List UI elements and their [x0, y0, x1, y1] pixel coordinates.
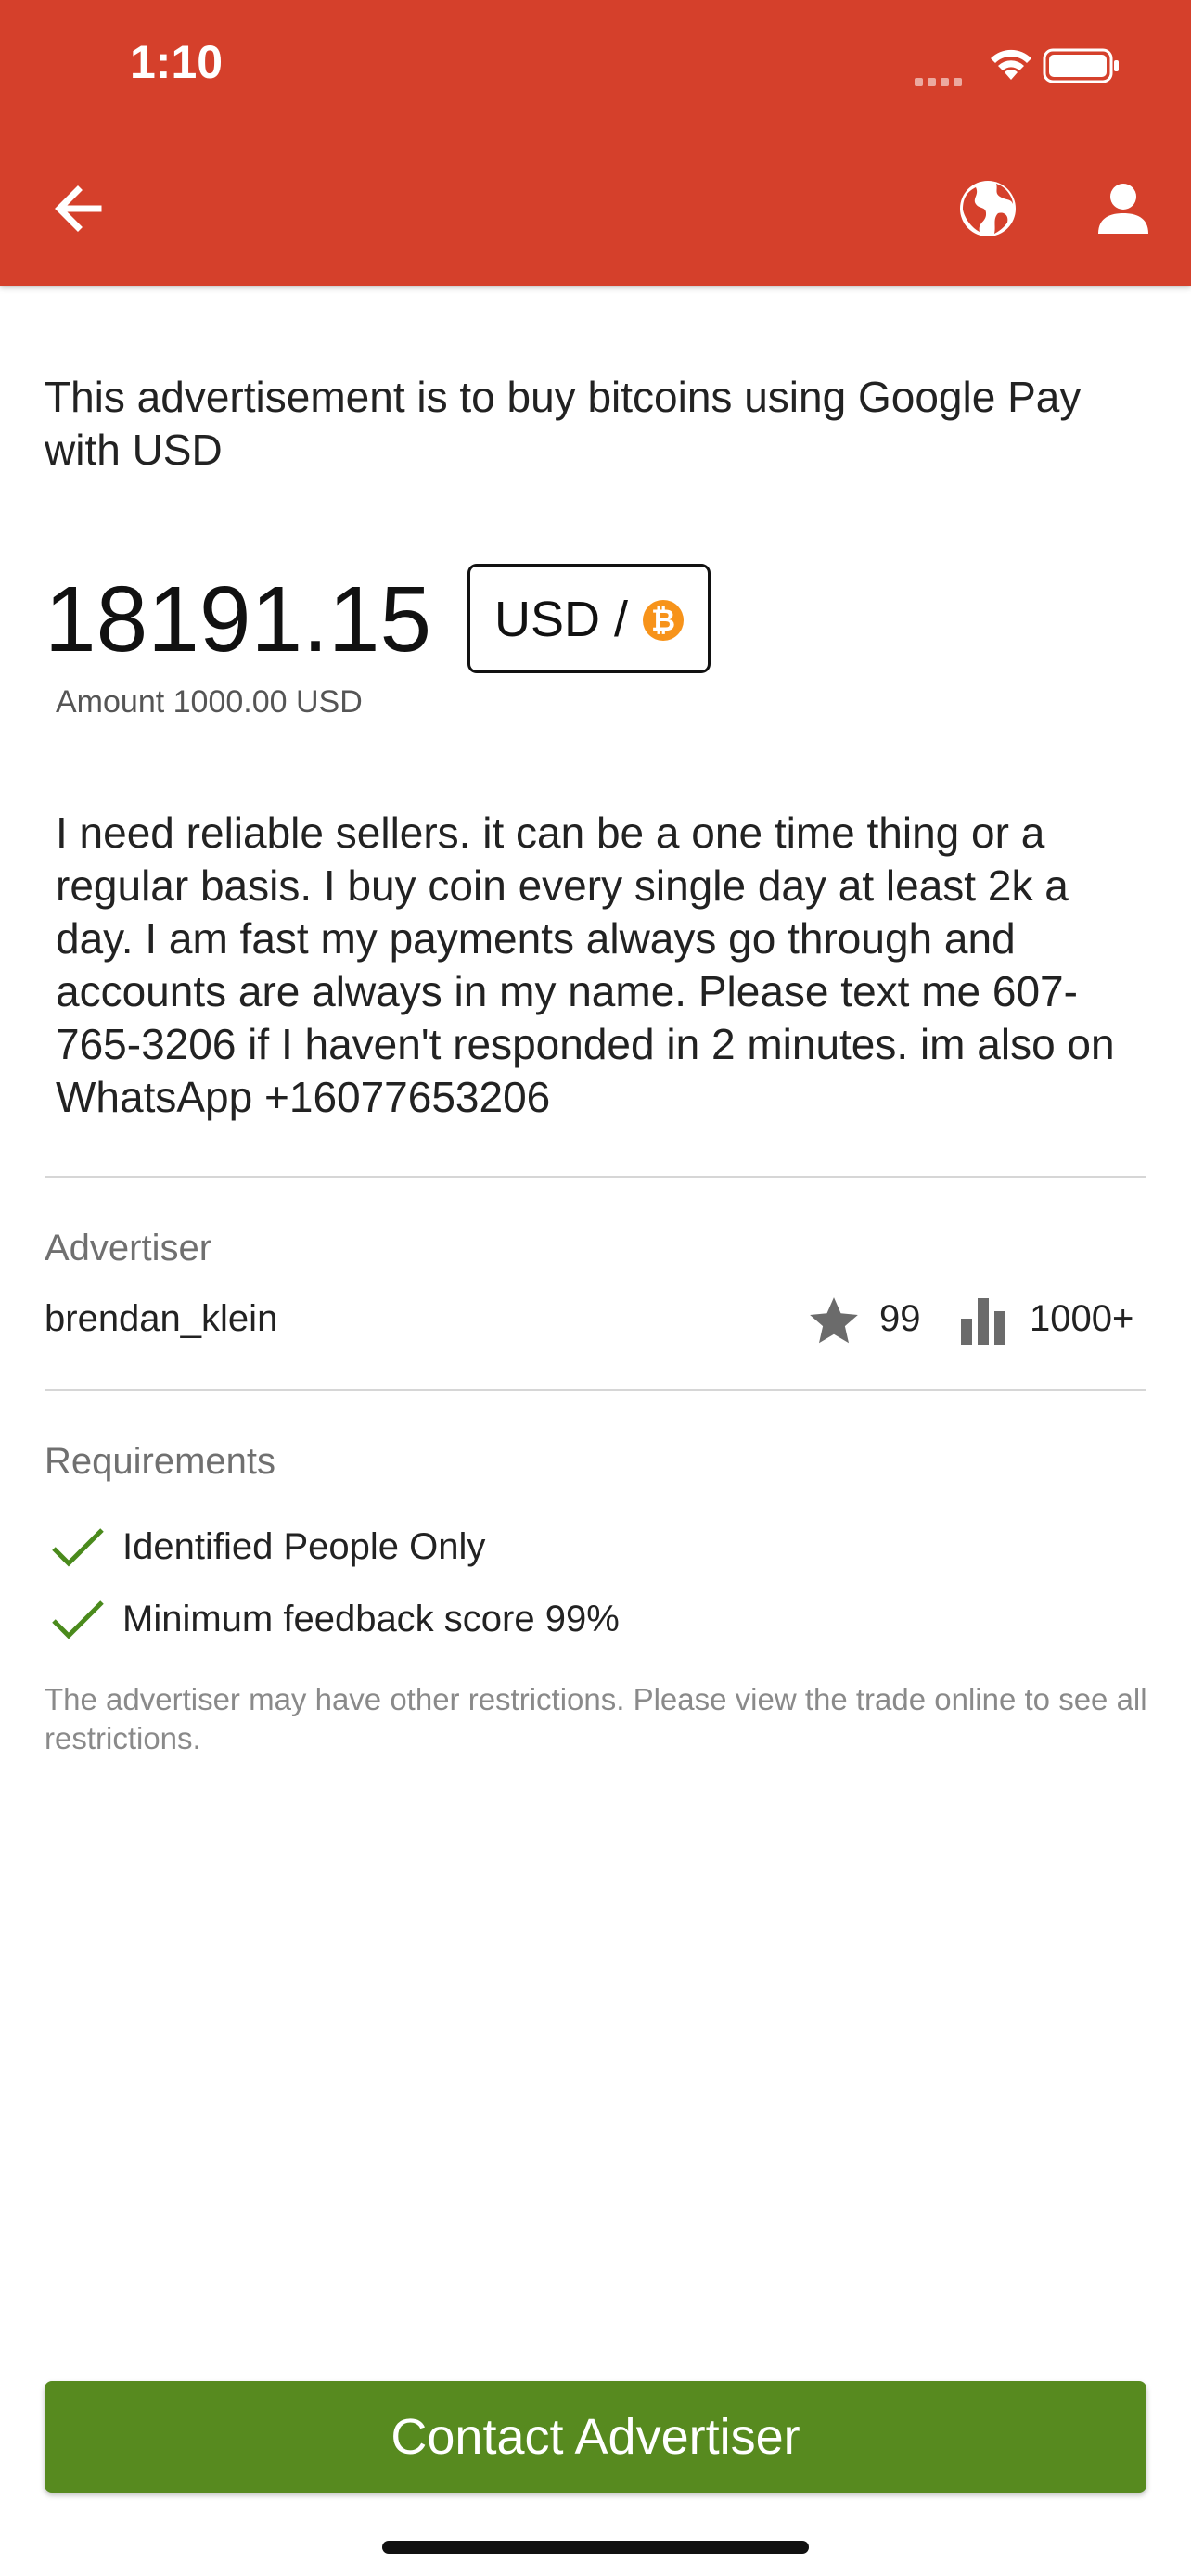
- checkmark-icon: [52, 1528, 104, 1567]
- currency-pair-toggle[interactable]: USD / ₿: [467, 564, 711, 673]
- divider: [45, 1176, 1146, 1178]
- cellular-signal-icon: [915, 74, 967, 91]
- ad-description: I need reliable sellers. it can be a one…: [56, 809, 1115, 1121]
- feedback-score: 99: [879, 1298, 921, 1339]
- status-time: 1:10: [130, 36, 224, 88]
- back-arrow-icon[interactable]: [46, 176, 111, 241]
- star-icon: [810, 1297, 858, 1344]
- bitcoin-icon: ₿: [643, 600, 684, 641]
- amount-label: Amount 1000.00 USD: [56, 684, 363, 720]
- user-icon[interactable]: [1093, 178, 1154, 239]
- checkmark-icon: [52, 1600, 104, 1639]
- ad-title: This advertisement is to buy bitcoins us…: [45, 373, 1082, 474]
- price: 18191.15: [45, 567, 432, 671]
- advertiser-name[interactable]: brendan_klein: [45, 1298, 277, 1340]
- contact-advertiser-button[interactable]: Contact Advertiser: [45, 2381, 1146, 2493]
- bar-chart-icon: [961, 1298, 1005, 1345]
- globe-icon[interactable]: [955, 176, 1020, 241]
- home-indicator[interactable]: [382, 2541, 809, 2554]
- wifi-icon: [991, 49, 1031, 80]
- trade-count: 1000+: [1030, 1298, 1134, 1339]
- restriction-note: The advertiser may have other restrictio…: [45, 1682, 1147, 1755]
- requirements-section-label: Requirements: [45, 1441, 276, 1482]
- advertiser-section-label: Advertiser: [45, 1228, 212, 1269]
- divider: [45, 1389, 1146, 1391]
- app-header: 1:10: [0, 0, 1191, 286]
- battery-icon: [1043, 48, 1119, 83]
- requirement-text: Minimum feedback score 99%: [122, 1599, 620, 1639]
- requirement-text: Identified People Only: [122, 1526, 486, 1567]
- currency-label: USD /: [494, 592, 629, 647]
